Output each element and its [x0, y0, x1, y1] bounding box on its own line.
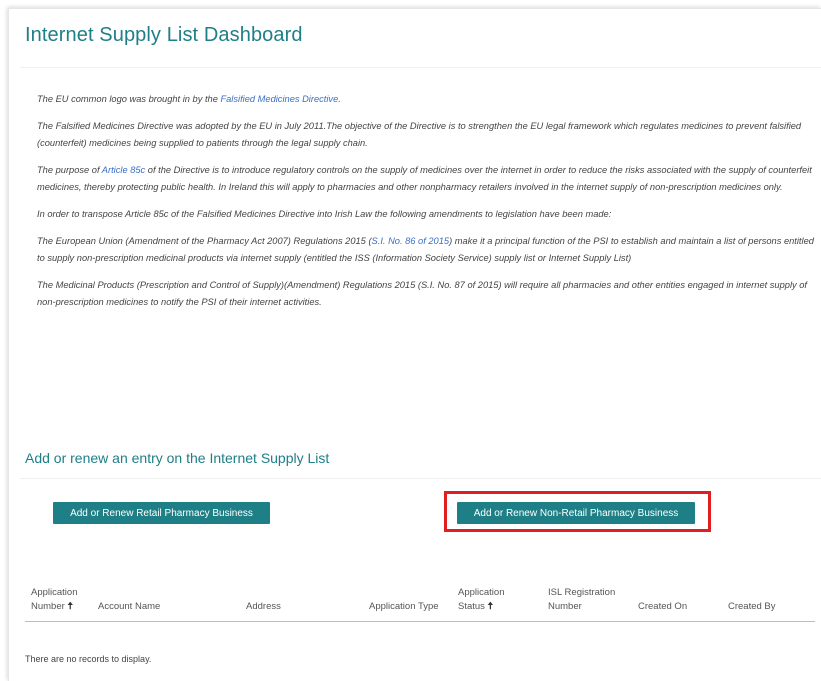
- intro-paragraph-2: The Falsified Medicines Directive was ad…: [37, 121, 802, 148]
- column-header-application-type[interactable]: Application Type: [369, 600, 439, 614]
- header-text: Application: [458, 587, 505, 598]
- si-86-2015-link[interactable]: S.I. No. 86 of 2015: [372, 236, 450, 246]
- falsified-medicines-directive-link[interactable]: Falsified Medicines Directive: [220, 94, 338, 104]
- add-renew-retail-button[interactable]: Add or Renew Retail Pharmacy Business: [53, 502, 270, 524]
- page-title: Internet Supply List Dashboard: [25, 24, 303, 46]
- intro-text-fragment: The European Union (Amendment of the Pha…: [37, 236, 372, 246]
- column-header-application-status[interactable]: Application Status 🠅: [458, 586, 504, 614]
- intro-text-fragment: .: [338, 94, 341, 104]
- column-header-created-on[interactable]: Created On: [638, 600, 687, 614]
- column-header-created-by[interactable]: Created By: [728, 600, 776, 614]
- section-divider: [20, 478, 821, 479]
- intro-text-fragment: The purpose of: [37, 165, 102, 175]
- header-text: Number: [548, 601, 582, 612]
- intro-paragraph-5: The European Union (Amendment of the Pha…: [37, 233, 817, 267]
- empty-table-message: There are no records to display.: [25, 654, 152, 664]
- section-title: Add or renew an entry on the Internet Su…: [25, 450, 330, 466]
- column-header-isl-registration-number[interactable]: ISL Registration Number: [548, 586, 615, 614]
- article-85c-link[interactable]: Article 85c: [102, 165, 145, 175]
- header-text: Number: [31, 601, 65, 612]
- header-text: Application: [31, 587, 78, 598]
- header-text: Status: [458, 601, 485, 612]
- intro-paragraph-6: The Medicinal Products (Prescription and…: [37, 280, 807, 307]
- intro-paragraph-3: The purpose of Article 85c of the Direct…: [37, 162, 817, 196]
- add-renew-non-retail-button[interactable]: Add or Renew Non-Retail Pharmacy Busines…: [457, 502, 695, 524]
- column-header-account-name[interactable]: Account Name: [98, 600, 160, 614]
- column-header-address[interactable]: Address: [246, 600, 281, 614]
- arrow-up-icon[interactable]: 🠅: [488, 601, 493, 612]
- intro-text-fragment: The EU common logo was brought in by the: [37, 94, 221, 104]
- intro-paragraph-1: The EU common logo was brought in by the…: [37, 91, 817, 108]
- intro-text: The EU common logo was brought in by the…: [37, 91, 817, 321]
- column-header-application-number[interactable]: Application Number 🠅: [31, 586, 77, 614]
- intro-text-fragment: of the Directive is to introduce regulat…: [37, 165, 812, 192]
- arrow-up-icon[interactable]: 🠅: [67, 601, 72, 612]
- intro-paragraph-4: In order to transpose Article 85c of the…: [37, 209, 612, 219]
- header-text: ISL Registration: [548, 587, 616, 598]
- title-divider: [20, 67, 821, 68]
- table-header-divider: [25, 621, 815, 622]
